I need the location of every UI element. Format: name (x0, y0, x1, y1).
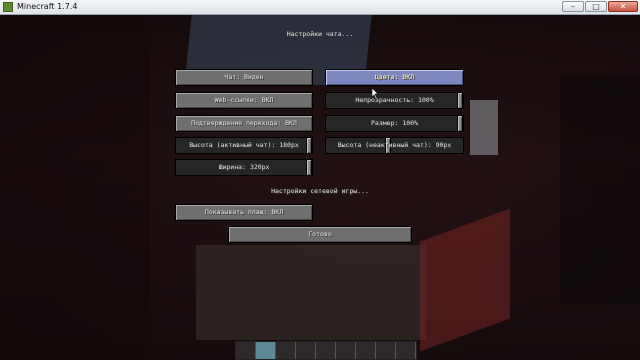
slider-knob[interactable] (457, 115, 463, 132)
slider-knob[interactable] (306, 159, 312, 176)
minecraft-icon (3, 2, 13, 12)
chat-visibility-button[interactable]: Чат: Виден (175, 69, 313, 86)
hotbar-slot (236, 342, 256, 359)
chat-colors-button[interactable]: Цвета: ВКЛ (325, 69, 464, 86)
background-scene (420, 208, 510, 352)
chat-settings-heading: Настройки чата... (286, 30, 354, 38)
hotbar-slot (336, 342, 356, 359)
web-links-button[interactable]: Web-ссылки: ВКЛ (175, 92, 313, 109)
slider-knob[interactable] (306, 137, 312, 154)
link-confirm-button[interactable]: Подтверждение перехода: ВКЛ (175, 115, 313, 132)
slider-knob[interactable] (457, 92, 463, 109)
opacity-slider-label: Непрозрачность: 100% (355, 96, 434, 104)
hotbar-slot (296, 342, 316, 359)
opacity-slider[interactable]: Непрозрачность: 100% (325, 92, 464, 109)
hotbar (235, 341, 417, 360)
hotbar-slot (316, 342, 336, 359)
height-unfocused-slider-label: Высота (неактивный чат): 90px (337, 141, 452, 149)
size-slider[interactable]: Размер: 100% (325, 115, 464, 132)
background-scene (196, 245, 426, 340)
game-viewport: Настройки чата... Чат: Виден Цвета: ВКЛ … (0, 15, 640, 360)
hotbar-slot (256, 342, 276, 359)
done-button[interactable]: Готово (228, 226, 412, 243)
title-bar: Minecraft 1.7.4 – □ ✕ (0, 0, 640, 15)
height-focused-slider-label: Высота (активный чат): 180px (189, 141, 299, 149)
hotbar-slot (276, 342, 296, 359)
width-slider-label: Ширина: 320px (218, 163, 270, 171)
height-focused-slider[interactable]: Высота (активный чат): 180px (175, 137, 313, 154)
close-button[interactable]: ✕ (608, 1, 638, 12)
hotbar-slot (396, 342, 416, 359)
background-scene (470, 100, 498, 155)
hotbar-slot (356, 342, 376, 359)
width-slider[interactable]: Ширина: 320px (175, 159, 313, 176)
minecraft-window: Minecraft 1.7.4 – □ ✕ Настройки чата... … (0, 0, 640, 360)
multiplayer-settings-heading: Настройки сетевой игры... (271, 187, 369, 195)
window-title: Minecraft 1.7.4 (17, 2, 78, 11)
minimize-button[interactable]: – (562, 1, 584, 12)
hotbar-slot (376, 342, 396, 359)
size-slider-label: Размер: 100% (371, 119, 418, 127)
show-cape-button[interactable]: Показывать плащ: ВКЛ (175, 204, 313, 221)
maximize-button[interactable]: □ (585, 1, 607, 12)
window-controls: – □ ✕ (561, 1, 638, 13)
height-unfocused-slider[interactable]: Высота (неактивный чат): 90px (325, 137, 464, 154)
